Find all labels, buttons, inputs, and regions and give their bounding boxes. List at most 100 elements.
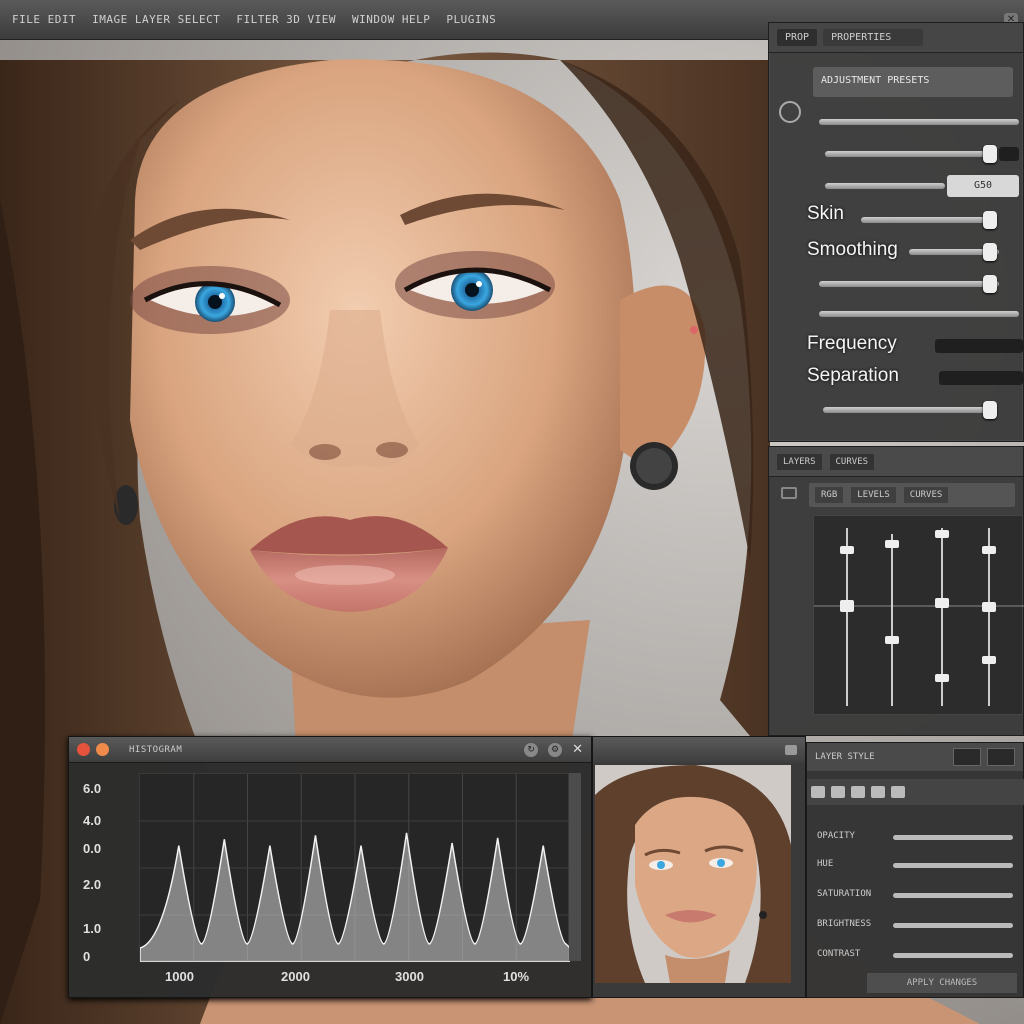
close-window-icon[interactable] xyxy=(77,743,90,756)
y-tick-label: 4.0 xyxy=(83,813,102,828)
slider-track[interactable] xyxy=(935,339,1023,353)
tool-icon[interactable] xyxy=(851,786,865,798)
refresh-icon[interactable]: ↻ xyxy=(524,742,539,757)
adjust-label: BRIGHTNESS xyxy=(817,919,872,929)
slider-track[interactable] xyxy=(819,281,999,287)
tool-icon[interactable] xyxy=(811,786,825,798)
adjust-slider[interactable] xyxy=(893,893,1013,898)
panel-options-button[interactable] xyxy=(987,748,1015,766)
x-tick-label: 3000 xyxy=(395,969,424,984)
slider-track[interactable] xyxy=(819,311,1019,317)
tab-curves[interactable]: CURVES xyxy=(829,453,875,470)
adjust-slider[interactable] xyxy=(893,835,1013,840)
minimize-window-icon[interactable] xyxy=(96,743,109,756)
subtab-curves[interactable]: CURVES xyxy=(903,487,949,503)
preset-selector[interactable]: ADJUSTMENT PRESETS xyxy=(813,67,1013,97)
slider-track[interactable] xyxy=(819,119,1019,125)
curve-handle[interactable] xyxy=(982,602,996,612)
curve-handle[interactable] xyxy=(885,636,899,644)
slider-row-6 xyxy=(769,273,1024,295)
slider-frequency xyxy=(769,335,1024,357)
histogram-titlebar: HISTOGRAM ↻ ⚙ ✕ xyxy=(69,737,591,763)
tab-prop[interactable]: PROP xyxy=(777,29,818,46)
navigator-titlebar xyxy=(593,737,805,763)
adjust-row: CONTRAST xyxy=(813,945,1019,967)
layer-style-header: LAYER STYLE xyxy=(807,743,1023,771)
tool-icon[interactable] xyxy=(831,786,845,798)
y-tick-label: 6.0 xyxy=(83,781,102,796)
slider-knob[interactable] xyxy=(983,243,997,261)
slider-track[interactable] xyxy=(939,371,1023,385)
menu-item-window[interactable]: WINDOW HELP xyxy=(346,11,436,28)
navigator-thumbnail[interactable] xyxy=(595,765,791,983)
apply-button[interactable]: APPLY CHANGES xyxy=(867,973,1017,993)
menu-item-plugins[interactable]: PLUGINS xyxy=(440,11,502,28)
close-icon[interactable]: ✕ xyxy=(572,742,583,757)
slider-skin xyxy=(769,209,1024,231)
curve-tool-icon[interactable] xyxy=(781,487,797,499)
curve-handle[interactable] xyxy=(935,530,949,538)
adjust-slider[interactable] xyxy=(893,863,1013,868)
navigator-window xyxy=(592,736,806,998)
histogram-window: HISTOGRAM ↻ ⚙ ✕ 6.0 4.0 0.0 2.0 1.0 0 10… xyxy=(68,736,592,998)
adjust-slider[interactable] xyxy=(893,923,1013,928)
y-tick-label: 0 xyxy=(83,949,91,964)
slider-knob[interactable] xyxy=(983,211,997,229)
curve-handle[interactable] xyxy=(935,598,949,608)
histogram-plot xyxy=(139,773,571,963)
slider-row-1 xyxy=(769,111,1024,133)
x-tick-label: 2000 xyxy=(281,969,310,984)
slider-smoothing xyxy=(769,241,1024,263)
menu-item-filter[interactable]: FILTER 3D VIEW xyxy=(230,11,342,28)
curve-handle[interactable] xyxy=(935,674,949,682)
curves-subtabs: RGB LEVELS CURVES xyxy=(809,483,1015,507)
adjust-row: BRIGHTNESS xyxy=(813,915,1019,937)
adjust-slider[interactable] xyxy=(893,953,1013,958)
curve-handle[interactable] xyxy=(982,656,996,664)
value-field[interactable]: G50 xyxy=(947,175,1019,197)
curve-handle[interactable] xyxy=(840,546,854,554)
histogram-title: HISTOGRAM xyxy=(129,744,183,755)
curves-graph[interactable] xyxy=(813,515,1024,715)
layer-style-title: LAYER STYLE xyxy=(815,752,875,762)
slider-row-2 xyxy=(769,143,1024,165)
window-menu-icon[interactable] xyxy=(785,745,797,755)
slider-end xyxy=(999,147,1019,161)
tab-layers[interactable]: LAYERS xyxy=(777,453,822,470)
adjust-row: SATURATION xyxy=(813,885,1019,907)
layer-style-panel: LAYER STYLE OPACITY HUE SATURATION BRIGH… xyxy=(806,742,1024,998)
subtab-levels[interactable]: LEVELS xyxy=(851,487,896,503)
settings-icon[interactable]: ⚙ xyxy=(548,742,563,757)
slider-row-10 xyxy=(769,399,1024,421)
scrollbar[interactable] xyxy=(569,773,581,961)
slider-track[interactable] xyxy=(861,217,991,223)
slider-track[interactable] xyxy=(825,183,945,189)
curves-header: LAYERS CURVES xyxy=(769,447,1023,477)
subtab-rgb[interactable]: RGB xyxy=(815,487,844,503)
slider-knob[interactable] xyxy=(983,145,997,163)
adjust-row: HUE xyxy=(813,855,1019,877)
tool-icon[interactable] xyxy=(871,786,885,798)
tool-icon[interactable] xyxy=(891,786,905,798)
layer-style-toolbar xyxy=(807,779,1024,805)
slider-knob[interactable] xyxy=(983,275,997,293)
adjust-label: OPACITY xyxy=(817,831,855,841)
menu-item-image[interactable]: IMAGE LAYER SELECT xyxy=(86,11,226,28)
properties-tabs: PROP PROPERTIES xyxy=(769,23,1023,53)
panel-toggle-button[interactable] xyxy=(953,748,981,766)
slider-knob[interactable] xyxy=(983,401,997,419)
adjust-label: CONTRAST xyxy=(817,949,861,959)
slider-track[interactable] xyxy=(823,407,993,413)
y-tick-label: 2.0 xyxy=(83,877,102,892)
thumbnail-image xyxy=(595,765,791,983)
adjust-label: SATURATION xyxy=(817,889,872,899)
curve-handle[interactable] xyxy=(885,540,899,548)
slider-track[interactable] xyxy=(825,151,985,157)
curve-handle[interactable] xyxy=(982,546,996,554)
curve-handle[interactable] xyxy=(840,600,854,612)
slider-row-7 xyxy=(769,303,1024,325)
menu-item-file[interactable]: FILE EDIT xyxy=(6,11,82,28)
curves-panel: LAYERS CURVES RGB LEVELS CURVES xyxy=(768,446,1024,736)
tab-properties[interactable]: PROPERTIES xyxy=(823,29,924,46)
y-tick-label: 0.0 xyxy=(83,841,102,856)
